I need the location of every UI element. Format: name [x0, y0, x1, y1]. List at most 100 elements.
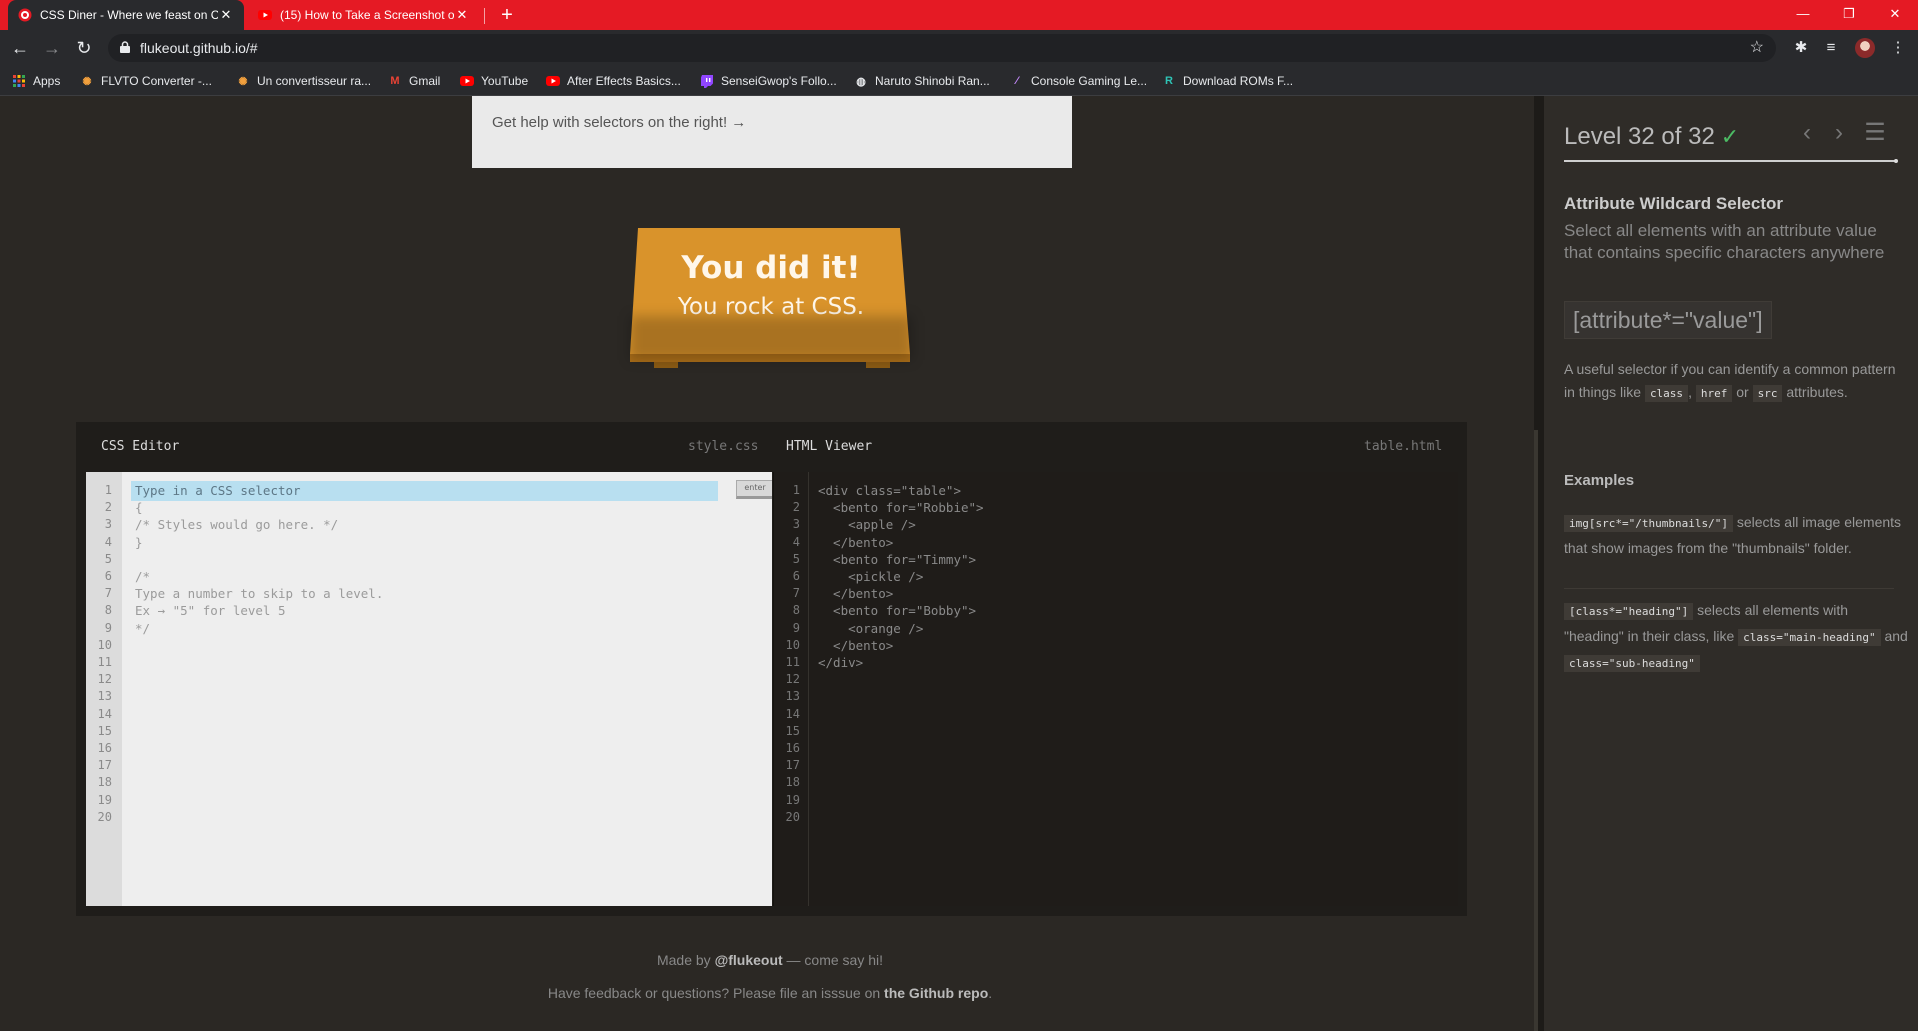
css-line-number: 8 [104, 603, 112, 618]
html-line-number: 3 [792, 517, 800, 532]
browser-tab-bar: CSS Diner - Where we feast on C ✕ (15) H… [0, 0, 1918, 30]
lock-icon [120, 41, 130, 53]
reload-icon[interactable]: ↻ [72, 36, 96, 60]
back-arrow-icon[interactable]: ← [8, 36, 32, 60]
html-line-number: 13 [785, 689, 800, 704]
html-code-line: <bento for="Timmy"> [818, 551, 977, 567]
close-window-button[interactable]: ✕ [1872, 0, 1918, 30]
extensions-puzzle-icon[interactable]: ✱ [1789, 36, 1813, 60]
table-shadow [630, 316, 912, 360]
bookmark-naruto[interactable]: ◍ Naruto Shinobi Ran... [854, 66, 990, 96]
profile-avatar[interactable] [1855, 38, 1875, 58]
bookmark-twitch[interactable]: SenseiGwop's Follo... [700, 66, 837, 96]
forward-arrow-icon[interactable]: → [40, 36, 64, 60]
media-queue-icon[interactable]: ≡ [1819, 36, 1843, 60]
css-file-name: style.css [688, 439, 759, 454]
example-2: [class*="heading"] selects all elements … [1564, 602, 1908, 672]
bookmark-console-gaming[interactable]: ⁄ Console Gaming Le... [1010, 66, 1147, 96]
footer-feedback: Have feedback or questions? Please file … [547, 985, 993, 1001]
bookmark-flvto[interactable]: ✺ FLVTO Converter -... [80, 66, 212, 96]
next-level-chevron-icon[interactable]: › [1826, 118, 1852, 148]
css-selector-input[interactable]: Type in a CSS selector [131, 481, 718, 501]
success-table: You did it! You rock at CSS. [628, 228, 914, 388]
footer-credit: Made by @flukeout — come say hi! [656, 952, 884, 968]
selector-syntax: [attribute*="value"] [1564, 301, 1772, 339]
html-code-line: </bento> [818, 637, 894, 653]
level-sidebar: Level 32 of 32 ✓ ‹ › ☰ Attribute Wildcard… [1544, 96, 1918, 1031]
css-code-line: /* Styles would go here. */ [135, 517, 339, 533]
css-line-number: 18 [97, 775, 112, 790]
bookmark-star-icon[interactable]: ☆ [1750, 34, 1764, 62]
example-2-code: [class*="heading"] [1564, 603, 1694, 620]
url-text[interactable]: flukeout.github.io/# [140, 34, 258, 62]
html-line-number: 11 [785, 655, 800, 669]
html-line-number: 6 [792, 569, 800, 583]
bookmark-apps[interactable]: Apps [12, 66, 60, 96]
html-code-line: </bento> [818, 586, 894, 602]
bookmark-gmail[interactable]: M Gmail [388, 66, 440, 96]
examples-separator [1564, 588, 1894, 589]
youtube-favicon-icon [258, 8, 272, 22]
tab-youtube-video[interactable]: (15) How to Take a Screenshot on ✕ [248, 0, 480, 30]
html-code-line: <orange /> [818, 620, 924, 636]
css-line-number: 12 [97, 672, 112, 687]
example-1-code: img[src*="/thumbnails/"] [1564, 515, 1733, 532]
sidebar-divider [1534, 96, 1544, 1031]
css-line-number: 20 [97, 809, 112, 824]
css-code-line: */ [135, 620, 151, 636]
bookmark-after-effects[interactable]: After Effects Basics... [546, 66, 681, 96]
css-line-number: 11 [97, 655, 112, 669]
maximize-button[interactable]: ❐ [1826, 0, 1872, 30]
html-code-line: <bento for="Bobby"> [818, 603, 977, 619]
html-code-line: <apple /> [818, 517, 916, 533]
minimize-button[interactable]: — [1780, 0, 1826, 30]
tab-close-icon[interactable]: ✕ [218, 7, 234, 23]
address-bar[interactable]: flukeout.github.io/# ☆ [108, 34, 1776, 62]
tab-close-icon[interactable]: ✕ [454, 7, 470, 23]
css-editor-pane[interactable]: Type in a CSS selector enter 1 2 3 4 5 6 7 8 9 10… [86, 472, 772, 906]
bookmark-youtube[interactable]: YouTube [460, 66, 528, 96]
chrome-menu-icon[interactable]: ⋮ [1886, 36, 1910, 60]
youtube-icon [546, 74, 560, 88]
tab-css-diner[interactable]: CSS Diner - Where we feast on C ✕ [8, 0, 244, 30]
html-code-line: <div class="table"> [818, 483, 961, 498]
level-menu-hamburger-icon[interactable]: ☰ [1862, 118, 1888, 148]
examples-heading: Examples [1564, 472, 1635, 489]
gmail-icon: M [390, 75, 400, 87]
html-line-number: 12 [785, 672, 800, 687]
enter-button[interactable]: enter [736, 480, 772, 499]
converter-icon: ✺ [238, 75, 248, 88]
html-line-number: 5 [792, 551, 800, 566]
selector-hint: A useful selector if you can identify a … [1564, 361, 1896, 402]
feather-icon: ⁄ [1016, 75, 1018, 87]
tab-separator [484, 8, 485, 24]
css-line-number: 17 [97, 758, 112, 773]
css-line-number: 1 [104, 483, 112, 497]
html-line-number: 8 [792, 603, 800, 618]
new-tab-button[interactable]: + [496, 4, 518, 26]
browser-toolbar: ← → ↻ flukeout.github.io/# ☆ ✱ ≡ ⋮ [0, 30, 1918, 66]
css-line-number: 15 [97, 723, 112, 738]
progress-end-dot [1894, 159, 1898, 163]
youtube-icon [460, 74, 474, 88]
html-line-number: 16 [785, 741, 800, 755]
editor-panel: CSS Editor style.css HTML Viewer table.h… [76, 422, 1467, 916]
css-line-number: 2 [104, 500, 112, 515]
css-line-number: 3 [104, 517, 112, 532]
help-banner: Get help with selectors on the right! → [472, 96, 1072, 168]
html-line-number: 7 [792, 586, 800, 601]
html-line-number: 10 [785, 637, 800, 652]
html-line-number: 19 [785, 792, 800, 807]
css-code-line: { [135, 500, 143, 516]
html-line-number: 4 [792, 534, 800, 549]
bookmark-convertisseur[interactable]: ✺ Un convertisseur ra... [236, 66, 371, 96]
html-line-number: 18 [785, 775, 800, 790]
flukeout-link[interactable]: @flukeout [715, 952, 783, 968]
level-progress-fill [1564, 160, 1896, 162]
page-scrollbar-thumb[interactable] [1534, 430, 1538, 1031]
level-progress-bar [1564, 159, 1898, 163]
previous-level-chevron-icon[interactable]: ‹ [1794, 118, 1820, 148]
bookmark-roms[interactable]: R Download ROMs F... [1162, 66, 1293, 96]
css-code-line: } [135, 534, 143, 550]
github-repo-link[interactable]: the Github repo [884, 985, 988, 1001]
